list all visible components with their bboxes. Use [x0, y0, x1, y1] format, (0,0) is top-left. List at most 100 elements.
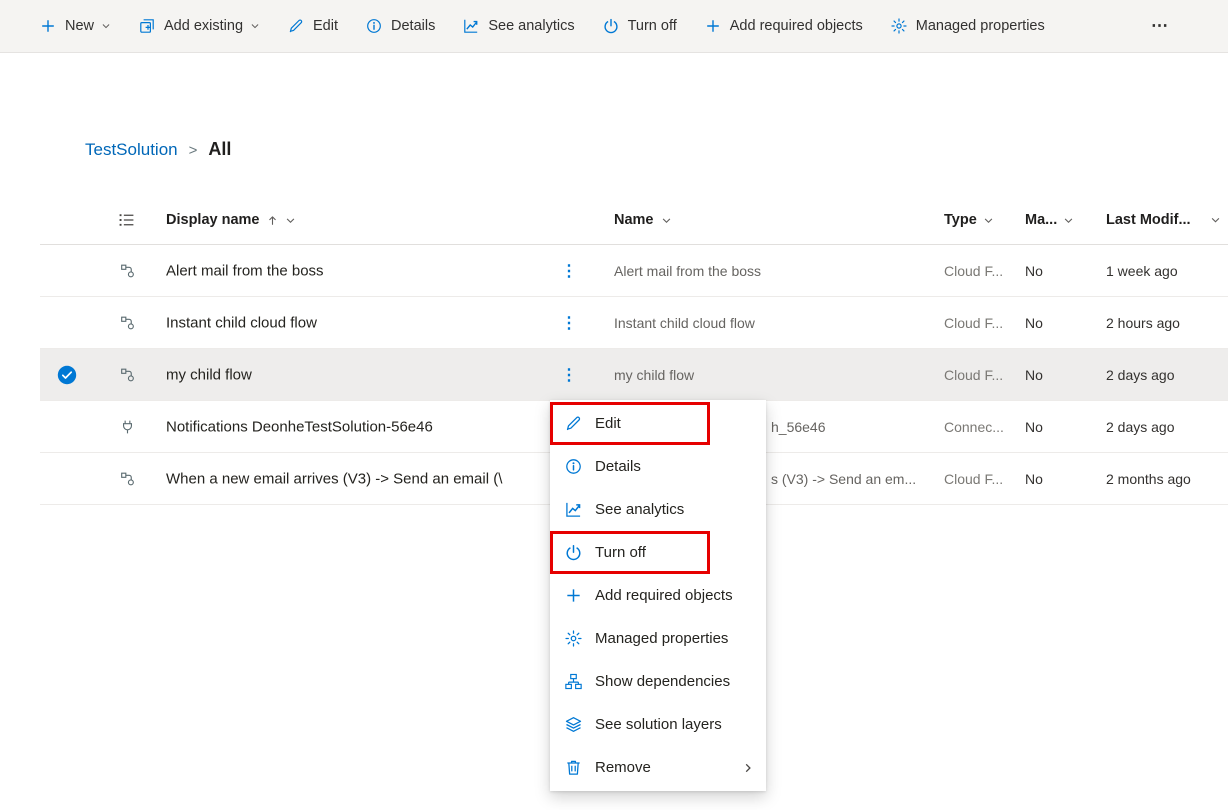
column-header-managed[interactable]: Ma...	[1025, 212, 1074, 228]
menu-item-see-analytics[interactable]: See analytics	[550, 488, 766, 531]
toolbar-item-label: See analytics	[488, 18, 574, 34]
table-row[interactable]: Instant child cloud flow ⋮ Instant child c…	[40, 297, 1228, 349]
power-icon	[603, 18, 619, 34]
info-icon	[565, 458, 582, 475]
chevron-down-icon	[1063, 215, 1074, 226]
chevron-down-icon	[101, 21, 111, 31]
menu-item-label: Edit	[595, 415, 621, 432]
dependencies-icon	[565, 673, 582, 690]
toolbar-item-label: Edit	[313, 18, 338, 34]
menu-item-add-required-objects[interactable]: Add required objects	[550, 574, 766, 617]
menu-item-edit[interactable]: Edit	[550, 402, 766, 445]
info-icon	[366, 18, 382, 34]
toolbar-item-label: Details	[391, 18, 435, 34]
menu-item-label: See solution layers	[595, 716, 722, 733]
context-menu: Edit Details See analytics Turn off Add requ…	[550, 400, 766, 791]
row-managed: No	[1025, 419, 1043, 435]
menu-item-label: See analytics	[595, 501, 684, 518]
add-icon	[705, 18, 721, 34]
table-row[interactable]: Alert mail from the boss ⋮ Alert mail from…	[40, 245, 1228, 297]
column-header-last-modified[interactable]: Last Modif...	[1106, 212, 1191, 228]
menu-item-label: Turn off	[595, 544, 646, 561]
row-commands-button[interactable]: ⋮	[561, 313, 577, 333]
command-bar-items: New Add existing Edit Details See analytics T…	[26, 0, 1059, 52]
add-existing-icon	[139, 18, 155, 34]
layers-icon	[565, 716, 582, 733]
row-managed: No	[1025, 367, 1043, 383]
more-commands-button[interactable]: ⋯	[1151, 16, 1170, 36]
row-managed: No	[1025, 471, 1043, 487]
row-last-modified: 2 days ago	[1106, 367, 1175, 383]
toolbar-item-new[interactable]: New	[26, 0, 125, 52]
flow-icon	[120, 367, 135, 382]
table-header: Display name Name Type Ma... Last Modif.…	[40, 196, 1228, 245]
breadcrumb-separator: >	[189, 142, 198, 159]
toolbar-item-label: Add required objects	[730, 18, 863, 34]
menu-item-label: Show dependencies	[595, 673, 730, 690]
row-checkbox[interactable]	[57, 469, 77, 489]
column-label: Type	[944, 212, 977, 228]
row-display-name[interactable]: When a new email arrives (V3) -> Send an…	[166, 470, 502, 487]
toolbar-item-details[interactable]: Details	[352, 0, 449, 52]
row-name: Alert mail from the boss	[614, 263, 761, 279]
toolbar-item-turn-off[interactable]: Turn off	[589, 0, 691, 52]
toolbar-item-edit[interactable]: Edit	[274, 0, 352, 52]
add-icon	[565, 587, 582, 604]
edit-icon	[565, 415, 582, 432]
table-row[interactable]: my child flow⋮my child flowCloud F...No2…	[40, 349, 1228, 401]
row-display-name[interactable]: Alert mail from the boss	[166, 262, 324, 279]
column-label: Name	[614, 212, 654, 228]
menu-item-details[interactable]: Details	[550, 445, 766, 488]
toolbar-item-add-required-objects[interactable]: Add required objects	[691, 0, 877, 52]
chevron-down-icon	[285, 215, 296, 226]
column-header-type[interactable]: Type	[944, 212, 994, 228]
row-checkbox[interactable]	[57, 417, 77, 437]
row-selected-check-icon[interactable]	[57, 365, 77, 385]
menu-item-see-solution-layers[interactable]: See solution layers	[550, 703, 766, 746]
column-label: Display name	[166, 212, 260, 228]
chevron-down-icon[interactable]	[1210, 215, 1221, 226]
menu-item-managed-properties[interactable]: Managed properties	[550, 617, 766, 660]
row-commands-button[interactable]: ⋮	[561, 261, 577, 281]
menu-item-turn-off[interactable]: Turn off	[550, 531, 766, 574]
gear-icon	[891, 18, 907, 34]
chevron-right-icon	[742, 762, 754, 774]
row-commands-button[interactable]: ⋮	[561, 365, 577, 385]
row-last-modified: 2 hours ago	[1106, 315, 1180, 331]
row-display-name[interactable]: Notifications DeonheTestSolution-56e46	[166, 418, 433, 435]
menu-item-label: Managed properties	[595, 630, 728, 647]
toolbar-item-label: Managed properties	[916, 18, 1045, 34]
menu-item-label: Add required objects	[595, 587, 733, 604]
row-last-modified: 2 days ago	[1106, 419, 1175, 435]
flow-icon	[120, 471, 135, 486]
toolbar-item-managed-properties[interactable]: Managed properties	[877, 0, 1059, 52]
breadcrumb-solution-link[interactable]: TestSolution	[85, 140, 178, 160]
menu-item-label: Remove	[595, 759, 651, 776]
row-type: Cloud F...	[944, 471, 1003, 487]
solution-explorer-page: New Add existing Edit Details See analytics T…	[0, 0, 1228, 810]
row-type: Cloud F...	[944, 263, 1003, 279]
column-header-name[interactable]: Name	[614, 212, 672, 228]
breadcrumb: TestSolution > All	[85, 139, 231, 160]
column-header-display-name[interactable]: Display name	[166, 212, 296, 228]
toolbar-item-add-existing[interactable]: Add existing	[125, 0, 274, 52]
row-checkbox[interactable]	[57, 261, 77, 281]
gear-icon	[565, 630, 582, 647]
toolbar-item-label: Add existing	[164, 18, 243, 34]
row-name: my child flow	[614, 367, 694, 383]
power-icon	[565, 544, 582, 561]
add-icon	[40, 18, 56, 34]
toolbar-item-label: New	[65, 18, 94, 34]
row-checkbox[interactable]	[57, 313, 77, 333]
flow-icon	[120, 263, 135, 278]
row-list-icon[interactable]	[118, 212, 135, 229]
row-display-name[interactable]: my child flow	[166, 366, 252, 383]
menu-item-show-dependencies[interactable]: Show dependencies	[550, 660, 766, 703]
toolbar-item-see-analytics[interactable]: See analytics	[449, 0, 588, 52]
command-bar: New Add existing Edit Details See analytics T…	[0, 0, 1228, 53]
chevron-down-icon	[661, 215, 672, 226]
menu-item-label: Details	[595, 458, 641, 475]
row-display-name[interactable]: Instant child cloud flow	[166, 314, 317, 331]
menu-item-remove[interactable]: Remove	[550, 746, 766, 789]
row-name: Instant child cloud flow	[614, 315, 755, 331]
